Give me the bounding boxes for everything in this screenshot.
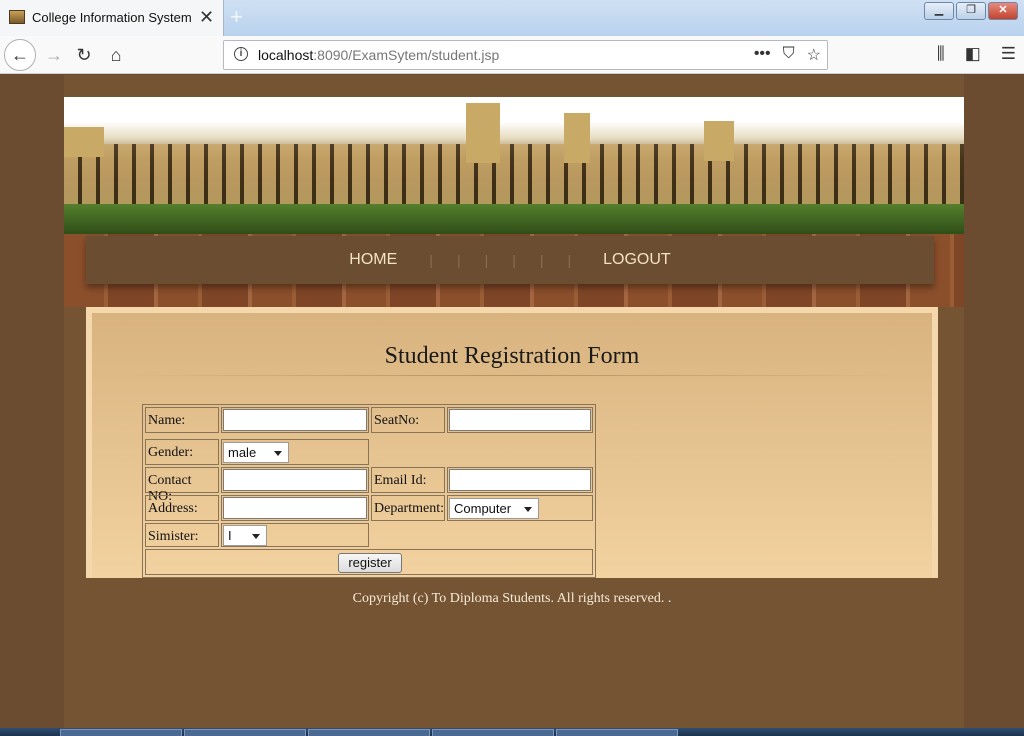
restore-window-icon[interactable]: ❐: [956, 2, 986, 20]
menu-home-link[interactable]: HOME: [329, 251, 417, 269]
minimize-window-icon[interactable]: ▁: [924, 2, 954, 20]
site-favicon-icon: [9, 10, 25, 24]
reload-icon[interactable]: ↻: [72, 43, 96, 67]
name-label: Name:: [145, 407, 219, 433]
department-label: Department:: [371, 495, 445, 521]
registration-form: Name: SeatNo: Gender: male Contact NO: E…: [142, 404, 596, 578]
email-cell: [447, 467, 593, 493]
taskbar-button[interactable]: [432, 729, 554, 736]
main-menu: HOME | | | | | | LOGOUT: [86, 236, 934, 284]
page-background: HOME | | | | | | LOGOUT Student Registra…: [0, 75, 1024, 728]
taskbar-button[interactable]: [184, 729, 306, 736]
url-text[interactable]: localhost:8090/ExamSytem/student.jsp: [258, 47, 499, 63]
contact-cell: [221, 467, 369, 493]
submit-row: register: [145, 549, 593, 575]
seatno-field[interactable]: [449, 409, 591, 431]
semester-label: Simister:: [145, 523, 219, 547]
contact-field[interactable]: [223, 469, 367, 491]
menu-separator: |: [484, 252, 489, 268]
bookmark-star-icon[interactable]: ☆: [807, 45, 821, 65]
browser-toolbar: ← → ↻ ⌂ i localhost:8090/ExamSytem/stude…: [0, 36, 1024, 74]
registration-panel: Student Registration Form Name: SeatNo: …: [86, 307, 938, 578]
taskbar-button[interactable]: [60, 729, 182, 736]
window-controls: ▁ ❐ ✕: [924, 2, 1018, 20]
department-cell: Computer: [447, 495, 593, 521]
os-taskbar: [0, 728, 1024, 736]
address-cell: [221, 495, 369, 521]
gender-cell: male: [221, 439, 369, 465]
tab-title: College Information System: [32, 10, 192, 25]
forward-arrow-icon[interactable]: →: [42, 43, 66, 67]
chevron-down-icon: [274, 451, 282, 456]
semester-cell: I: [221, 523, 369, 547]
address-bar[interactable]: i localhost:8090/ExamSytem/student.jsp •…: [223, 40, 828, 70]
chevron-down-icon: [524, 507, 532, 512]
email-label: Email Id:: [371, 467, 445, 493]
pocket-icon[interactable]: ⛉: [783, 45, 795, 65]
close-tab-icon[interactable]: ✕: [199, 7, 214, 27]
page-wrapper: HOME | | | | | | LOGOUT Student Registra…: [64, 75, 964, 728]
back-arrow-icon[interactable]: ←: [4, 39, 36, 71]
menu-separator: |: [539, 252, 544, 268]
gender-select[interactable]: male: [223, 442, 289, 463]
chevron-down-icon: [252, 534, 260, 539]
browser-tab[interactable]: College Information System ✕: [0, 0, 224, 36]
gender-label: Gender:: [145, 439, 219, 465]
browser-tab-bar: College Information System ✕ + ▁ ❐ ✕: [0, 0, 1024, 36]
page-actions-icon[interactable]: •••: [754, 45, 771, 65]
menu-logout-link[interactable]: LOGOUT: [583, 251, 691, 269]
name-cell: [221, 407, 369, 433]
semester-select[interactable]: I: [223, 525, 267, 546]
form-title: Student Registration Form: [384, 343, 640, 369]
menu-separator: |: [512, 252, 516, 268]
contact-label: Contact NO:: [145, 467, 219, 504]
library-icon[interactable]: ⫼: [937, 44, 945, 64]
site-info-icon[interactable]: i: [234, 47, 248, 61]
seatno-label: SeatNo:: [371, 407, 445, 433]
address-field[interactable]: [223, 497, 367, 519]
taskbar-button[interactable]: [308, 729, 430, 736]
department-select[interactable]: Computer: [449, 498, 539, 519]
seatno-cell: [447, 407, 593, 433]
taskbar-button[interactable]: [556, 729, 678, 736]
menu-separator: |: [456, 252, 461, 268]
home-icon[interactable]: ⌂: [104, 43, 128, 67]
address-label: Address:: [145, 495, 219, 521]
close-window-icon[interactable]: ✕: [988, 2, 1018, 20]
sidebar-icon[interactable]: ◧: [965, 44, 981, 64]
college-banner-image: [64, 97, 964, 234]
menu-hamburger-icon[interactable]: ☰: [1001, 44, 1016, 64]
menu-separator: |: [567, 252, 572, 268]
register-button[interactable]: register: [338, 553, 402, 573]
menu-separator: |: [429, 252, 433, 268]
new-tab-icon[interactable]: +: [230, 4, 243, 30]
title-divider: [122, 375, 902, 376]
name-field[interactable]: [223, 409, 367, 431]
menu-wood-frame: HOME | | | | | | LOGOUT: [64, 234, 964, 307]
copyright-text: Copyright (c) To Diploma Students. All r…: [352, 591, 672, 606]
email-field[interactable]: [449, 469, 591, 491]
